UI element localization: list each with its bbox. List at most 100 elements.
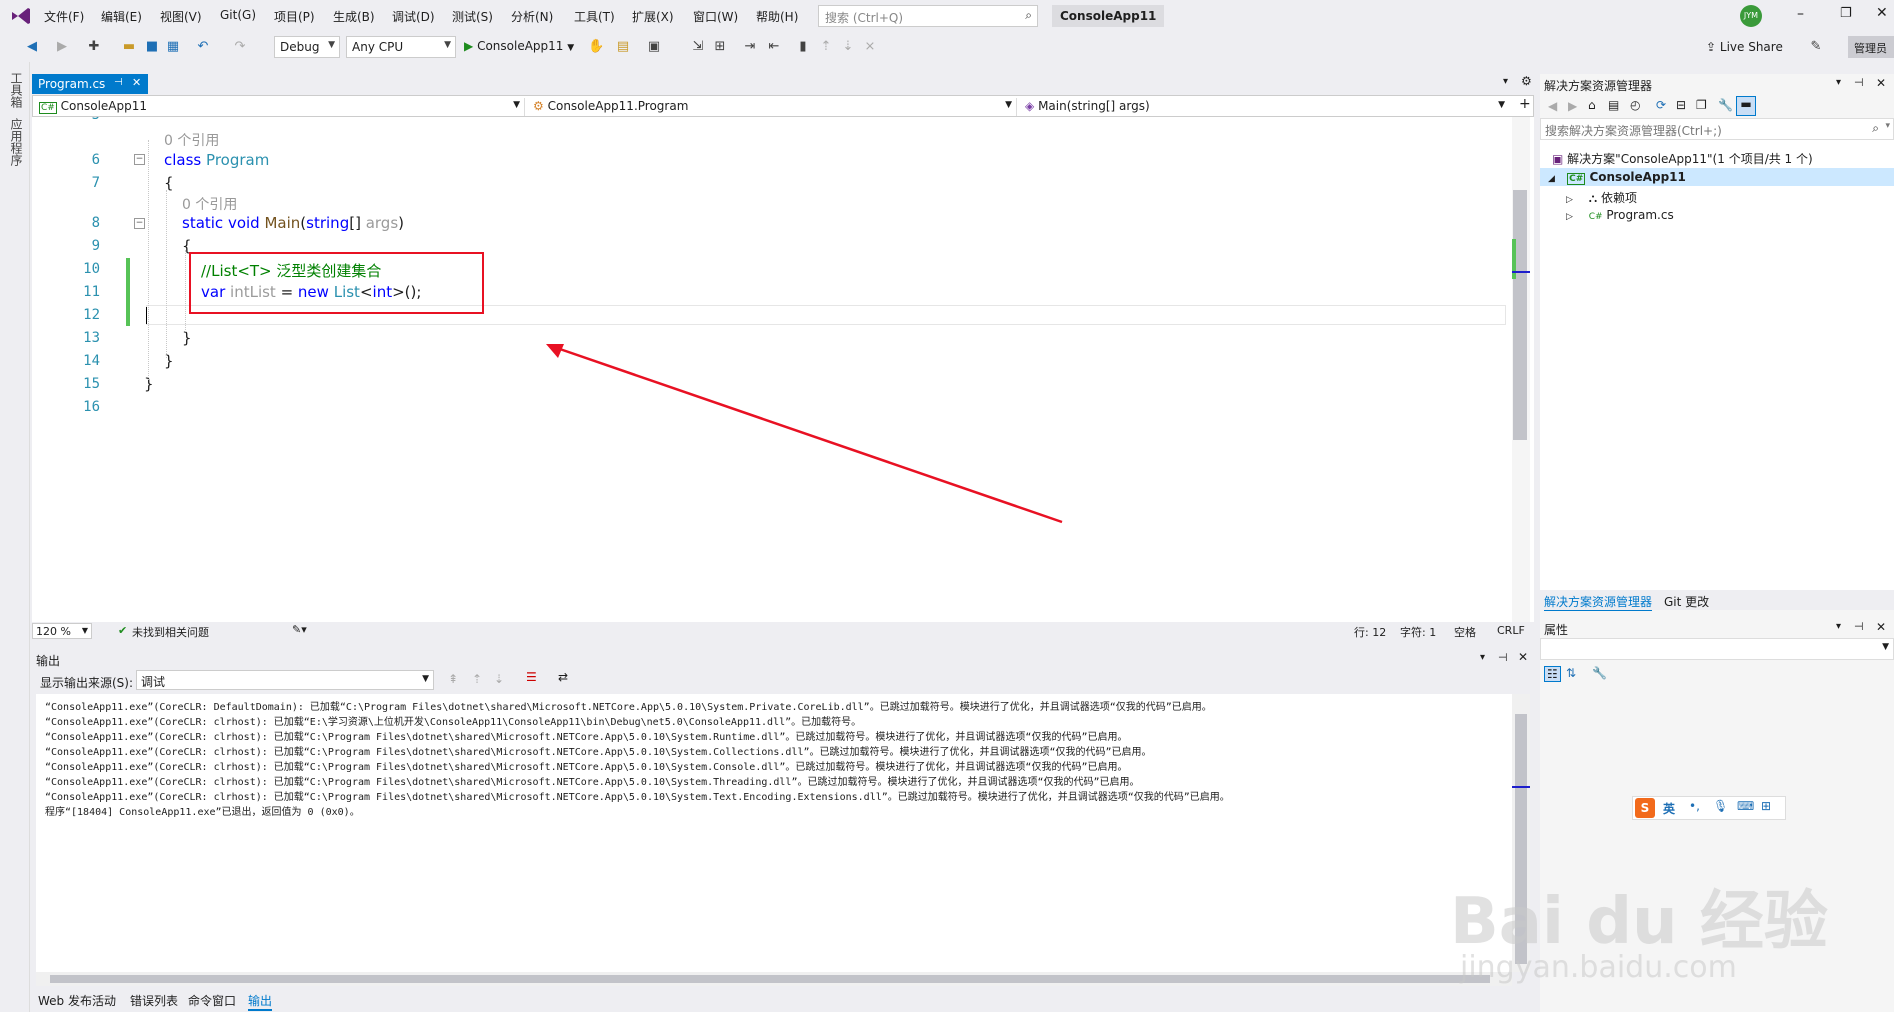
issues-status[interactable]: 未找到相关问题 [132, 624, 209, 640]
redo-icon[interactable]: ↷ [232, 39, 248, 55]
tab-close-icon[interactable]: ✕ [132, 76, 141, 89]
new-project-icon[interactable]: ✚ [86, 39, 102, 55]
screenshot-icon[interactable]: ▣ [646, 39, 662, 55]
search-icon[interactable]: ⌕ [1025, 8, 1032, 23]
menu-help[interactable]: 帮助(H) [756, 8, 798, 25]
zoom-select[interactable]: 120 % ▼ [32, 623, 92, 639]
dropdown-icon[interactable]: ▾ [1480, 652, 1485, 663]
step-icon[interactable]: ⇲ [690, 39, 706, 55]
tree-item-program-cs[interactable]: ▷ C# Program.cs [1566, 208, 1674, 222]
menu-build[interactable]: 生成(B) [333, 8, 375, 25]
save-all-icon[interactable]: ▦ [165, 39, 181, 55]
search-icon[interactable]: ⌕ [1872, 121, 1879, 136]
menu-debug[interactable]: 调试(D) [392, 8, 435, 25]
live-share-button[interactable]: ⇪ Live Share [1706, 40, 1783, 54]
switch-views-icon[interactable]: ▤ [1608, 98, 1619, 112]
codelens-reference[interactable]: 0 个引用 [182, 194, 237, 214]
cleanup-icon[interactable]: ✎▾ [292, 623, 307, 636]
menu-file[interactable]: 文件(F) [44, 8, 84, 25]
pending-changes-icon[interactable]: ◴ [1630, 98, 1640, 112]
menu-test[interactable]: 测试(S) [452, 8, 493, 25]
tab-git-changes[interactable]: Git 更改 [1664, 593, 1709, 610]
tree-item-solution[interactable]: ▣ 解决方案"ConsoleApp11"(1 个项目/共 1 个) [1552, 150, 1813, 167]
show-all-files-icon[interactable]: ❐ [1696, 98, 1707, 112]
tab-web-publish[interactable]: Web 发布活动 [38, 992, 116, 1009]
platform-select[interactable]: Any CPU ▼ [346, 36, 456, 58]
tab-list-icon[interactable]: ▾ [1503, 76, 1508, 87]
whitespace-indicator[interactable]: 空格 [1454, 624, 1476, 640]
pin-icon[interactable]: ⊣ [114, 77, 123, 88]
forward-icon[interactable]: ▶ [54, 39, 70, 55]
find-message-icon[interactable]: ⇞ [448, 672, 458, 686]
solution-search-input[interactable]: 搜索解决方案资源管理器(Ctrl+;) ⌕ ▾ [1540, 118, 1894, 140]
scroll-thumb[interactable] [50, 975, 1490, 983]
open-folder-icon[interactable]: ▬ [121, 39, 137, 55]
collapse-icon[interactable]: − [134, 218, 145, 229]
menu-view[interactable]: 视图(V) [160, 8, 202, 25]
next-message-icon[interactable]: ⇣ [494, 672, 504, 686]
back-icon[interactable]: ◀ [1548, 99, 1557, 113]
browse-icon[interactable]: ▤ [615, 39, 631, 55]
feedback-icon[interactable]: ✎ [1808, 39, 1824, 55]
toolbox-tab[interactable]: 工具箱 [8, 72, 25, 108]
menu-tools[interactable]: 工具(T) [574, 8, 615, 25]
line-ending-indicator[interactable]: CRLF [1497, 624, 1525, 637]
menu-git[interactable]: Git(G) [220, 8, 256, 22]
project-nav-select[interactable]: C# ConsoleApp11 ▼ [35, 98, 525, 116]
panel-close-icon[interactable]: ✕ [1876, 76, 1886, 90]
word-wrap-icon[interactable]: ⇄ [558, 670, 568, 684]
restore-icon[interactable]: ❐ [1840, 6, 1852, 21]
tab-solution-explorer[interactable]: 解决方案资源管理器 [1544, 593, 1653, 611]
save-icon[interactable]: ■ [144, 39, 160, 55]
menu-project[interactable]: 项目(P) [274, 8, 315, 25]
undo-icon[interactable]: ↶ [195, 39, 211, 55]
dropdown-icon[interactable]: ▾ [1836, 77, 1841, 88]
properties-icon[interactable]: 🔧 [1718, 98, 1733, 112]
editor-vertical-scrollbar[interactable] [1512, 117, 1530, 622]
avatar[interactable]: JYM [1740, 5, 1762, 27]
output-horizontal-scrollbar[interactable] [36, 972, 1512, 986]
menu-analyze[interactable]: 分析(N) [511, 8, 553, 25]
collapse-icon[interactable]: − [134, 154, 145, 165]
search-input[interactable]: 搜索 (Ctrl+Q) ⌕ [818, 5, 1038, 27]
hot-reload-icon[interactable]: ✋ [588, 39, 604, 55]
menu-extensions[interactable]: 扩展(X) [632, 8, 674, 25]
forward-icon[interactable]: ▶ [1568, 99, 1577, 113]
configuration-select[interactable]: Debug ▼ [274, 36, 340, 58]
panel-close-icon[interactable]: ✕ [1876, 620, 1886, 634]
pin-icon[interactable]: ⊣ [1498, 651, 1508, 664]
member-nav-select[interactable]: ◈ Main(string[] args) ▼ [1021, 98, 1509, 116]
tree-item-project[interactable]: ◢ C# ConsoleApp11 [1548, 170, 1686, 185]
pin-icon[interactable]: ⊣ [1854, 620, 1864, 633]
menu-window[interactable]: 窗口(W) [693, 8, 738, 25]
prev-bookmark-icon[interactable]: ⇡ [818, 39, 834, 55]
split-editor-icon[interactable]: + [1519, 96, 1531, 112]
property-pages-icon[interactable]: 🔧 [1592, 666, 1607, 680]
clear-all-icon[interactable]: ☰ [526, 670, 537, 684]
output-source-select[interactable]: 调试 ▼ [136, 670, 434, 690]
panel-close-icon[interactable]: ✕ [1518, 650, 1528, 664]
tree-item-dependencies[interactable]: ▷ ⛬ 依赖项 [1566, 189, 1637, 206]
preview-icon[interactable]: ▬ [1736, 96, 1756, 116]
sync-icon[interactable]: ⟳ [1656, 98, 1666, 112]
tab-command-window[interactable]: 命令窗口 [188, 992, 236, 1009]
pin-icon[interactable]: ⊣ [1854, 76, 1864, 89]
dropdown-icon[interactable]: ▾ [1836, 621, 1841, 632]
home-icon[interactable]: ⌂ [1588, 98, 1596, 112]
data-sources-tab[interactable]: 应用程序 [8, 118, 25, 166]
outdent-icon[interactable]: ⇤ [766, 39, 782, 55]
minimize-icon[interactable]: – [1797, 6, 1804, 22]
format-icon[interactable]: ⊞ [712, 39, 728, 55]
bookmark-icon[interactable]: ▮ [795, 39, 811, 55]
tab-error-list[interactable]: 错误列表 [130, 992, 178, 1009]
class-nav-select[interactable]: ⚙ ConsoleApp11.Program ▼ [529, 98, 1017, 116]
tab-program-cs[interactable]: Program.cs ⊣ ✕ [32, 74, 148, 94]
close-icon[interactable]: ✕ [1876, 5, 1888, 21]
alphabetical-icon[interactable]: ⇅ [1566, 666, 1576, 680]
clear-bookmarks-icon[interactable]: ⨯ [862, 39, 878, 55]
collapse-all-icon[interactable]: ⊟ [1676, 98, 1686, 112]
menu-edit[interactable]: 编辑(E) [101, 8, 142, 25]
codelens-reference[interactable]: 0 个引用 [164, 130, 219, 150]
prev-message-icon[interactable]: ⇡ [472, 672, 482, 686]
start-debug-button[interactable]: ▶ ConsoleApp11 ▼ [464, 39, 574, 53]
